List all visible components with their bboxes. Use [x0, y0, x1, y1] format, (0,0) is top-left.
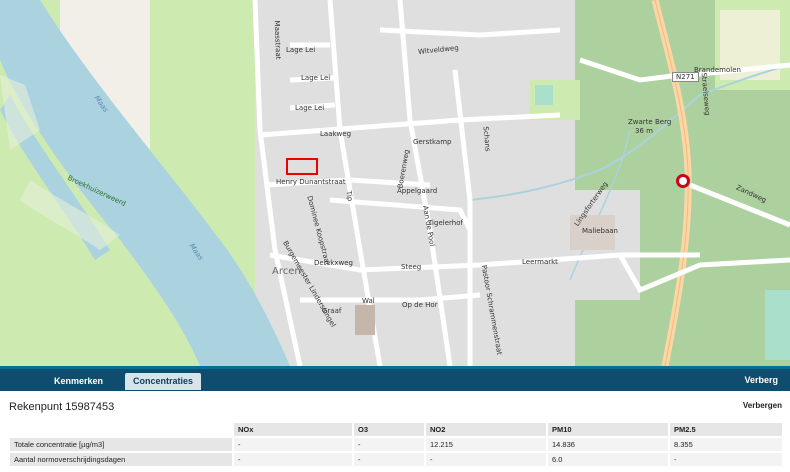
table-header-cell: NOx: [234, 423, 352, 436]
table-cell: 6.0: [548, 453, 668, 466]
table-cell: 8.355: [670, 438, 782, 451]
table-header-cell: PM2.5: [670, 423, 782, 436]
table-cell: -: [354, 438, 424, 451]
route-shield: N271: [672, 72, 699, 82]
hide-panel-button[interactable]: Verberg: [744, 375, 778, 385]
table-cell: -: [354, 453, 424, 466]
table-cell: 14.836: [548, 438, 668, 451]
hide-section-button[interactable]: Verbergen: [743, 401, 782, 410]
panel-title: Rekenpunt 15987453: [9, 401, 115, 413]
panel-tab-bar: Kenmerken Concentraties Verberg: [0, 366, 790, 391]
table-cell: 12.215: [426, 438, 546, 451]
table-header-cell: PM10: [548, 423, 668, 436]
table-header-row: NOx O3 NO2 PM10 PM2.5: [10, 423, 782, 436]
table-cell: -: [234, 438, 352, 451]
table-cell: Totale concentratie [µg/m3]: [10, 438, 232, 451]
rekenpunt-marker[interactable]: [676, 174, 690, 188]
table-cell: Aantal normoverschrijdingsdagen: [10, 453, 232, 466]
table-header-cell: O3: [354, 423, 424, 436]
concentration-table: NOx O3 NO2 PM10 PM2.5 Totale concentrati…: [8, 421, 784, 468]
map-canvas: [0, 0, 790, 366]
table-cell: -: [234, 453, 352, 466]
table-row: Totale concentratie [µg/m3] - - 12.215 1…: [10, 438, 782, 451]
table-row: Aantal normoverschrijdingsdagen - - - 6.…: [10, 453, 782, 466]
tab-concentraties[interactable]: Concentraties: [125, 373, 202, 390]
tab-kenmerken[interactable]: Kenmerken: [46, 373, 111, 390]
table-header-cell: NO2: [426, 423, 546, 436]
panel-body: Rekenpunt 15987453 Verbergen NOx O3 NO2 …: [0, 391, 790, 472]
table-cell: -: [426, 453, 546, 466]
table-header-cell: [10, 423, 232, 436]
map-view[interactable]: Lage Lei Lage Lei Lage Lei Witveldweg La…: [0, 0, 790, 366]
selected-area-marker[interactable]: [286, 158, 318, 175]
table-cell: -: [670, 453, 782, 466]
